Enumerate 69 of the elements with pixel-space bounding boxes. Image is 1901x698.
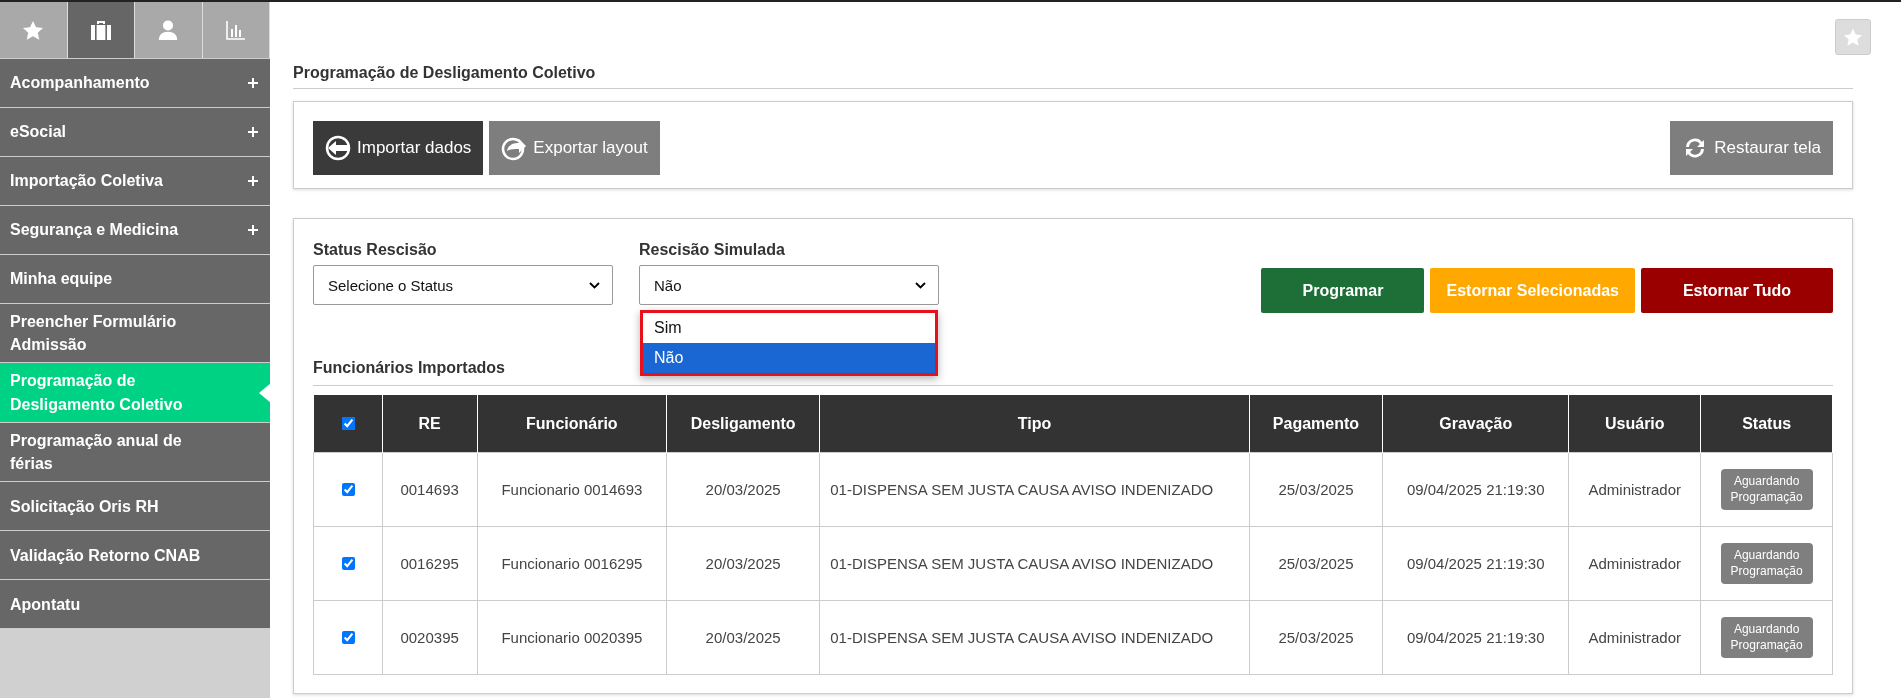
filter-label: Status Rescisão: [313, 241, 438, 259]
table-cell: 0014693: [382, 452, 478, 527]
sidebar-tab[interactable]: [67, 2, 135, 58]
column-header: Desligamento: [666, 395, 820, 453]
select-all-checkbox[interactable]: [341, 416, 355, 430]
sidebar-item[interactable]: Segurança e Medicina: [0, 205, 270, 254]
table-cell: 01-DISPENSA SEM JUSTA CAUSA AVISO INDENIZADO: [819, 452, 1250, 527]
column-header: Usuário: [1568, 395, 1701, 453]
table-cell: Administrador: [1568, 600, 1701, 675]
toolbar-button[interactable]: Importar dados: [313, 121, 484, 175]
star-icon: [1843, 27, 1863, 47]
sidebar-item[interactable]: Preencher Formulário Admissão: [0, 303, 270, 363]
table-cell: 25/03/2025: [1249, 452, 1383, 527]
status-badge: Aguardando Programação: [1720, 542, 1813, 585]
column-header: Status: [1700, 395, 1833, 453]
person-icon: [157, 19, 180, 41]
select-field[interactable]: Selecione o Status: [313, 265, 613, 305]
dropdown-option[interactable]: Sim: [643, 313, 935, 343]
table-cell: Funcionario 0014693: [477, 452, 667, 527]
sidebar-item[interactable]: Importação Coletiva: [0, 156, 270, 205]
table-cell: 01-DISPENSA SEM JUSTA CAUSA AVISO INDENIZADO: [819, 526, 1250, 601]
sidebar-tab[interactable]: [135, 2, 203, 58]
toolbar-button[interactable]: Restaurar tela: [1670, 121, 1833, 175]
export-icon: [501, 135, 528, 161]
sidebar-item[interactable]: Validação Retorno CNAB: [0, 530, 270, 580]
column-header: Tipo: [819, 395, 1250, 453]
filter-label: Rescisão Simulada: [639, 241, 786, 259]
chevron-down-icon: [915, 281, 926, 289]
status-badge: Aguardando Programação: [1720, 616, 1813, 659]
chevron-down-icon: [589, 281, 600, 289]
row-checkbox[interactable]: [341, 557, 355, 570]
page-title: Programação de Desligamento Coletivo: [293, 55, 1853, 89]
action-button[interactable]: Estornar Tudo: [1641, 268, 1833, 313]
sidebar-item[interactable]: Apontatu: [0, 579, 270, 629]
sidebar-item[interactable]: Programação anual de férias: [0, 421, 270, 482]
table-cell: Administrador: [1568, 452, 1701, 527]
column-header: Funcionário: [477, 395, 667, 453]
sidebar-item[interactable]: Acompanhamento: [0, 58, 270, 107]
table-cell: 25/03/2025: [1249, 600, 1383, 675]
briefcase-icon: [88, 18, 113, 42]
table-cell: 25/03/2025: [1249, 526, 1383, 601]
row-checkbox[interactable]: [341, 483, 355, 496]
table-cell: 20/03/2025: [666, 452, 820, 527]
sidebar-item[interactable]: eSocial: [0, 107, 270, 156]
column-header: Pagamento: [1249, 395, 1383, 453]
table-cell: Funcionario 0016295: [477, 526, 667, 601]
table-cell: 09/04/2025 21:19:30: [1382, 600, 1569, 675]
toolbar-button[interactable]: Exportar layout: [489, 121, 660, 175]
table-cell: 09/04/2025 21:19:30: [1382, 452, 1569, 527]
action-button[interactable]: Programar: [1261, 268, 1425, 313]
table-cell: 0020395: [382, 600, 478, 675]
sidebar-item[interactable]: Minha equipe: [0, 254, 270, 303]
column-header: Gravação: [1382, 395, 1569, 453]
sidebar-item[interactable]: Solicitação Oris RH: [0, 481, 270, 531]
star-icon: [22, 19, 45, 41]
row-checkbox[interactable]: [341, 631, 355, 644]
table-cell: 09/04/2025 21:19:30: [1382, 526, 1569, 601]
active-pointer: [259, 382, 271, 403]
bar-chart-icon: [225, 20, 246, 40]
sidebar-tab[interactable]: [0, 2, 68, 58]
status-badge: Aguardando Programação: [1720, 468, 1813, 511]
table-cell: 20/03/2025: [666, 600, 820, 675]
table-cell: Funcionario 0020395: [477, 600, 667, 675]
table-cell: 0016295: [382, 526, 478, 601]
import-icon: [325, 135, 351, 161]
table-cell: 01-DISPENSA SEM JUSTA CAUSA AVISO INDENIZADO: [819, 600, 1250, 675]
column-header: RE: [382, 395, 478, 453]
table-cell: Administrador: [1568, 526, 1701, 601]
table-cell: 20/03/2025: [666, 526, 820, 601]
